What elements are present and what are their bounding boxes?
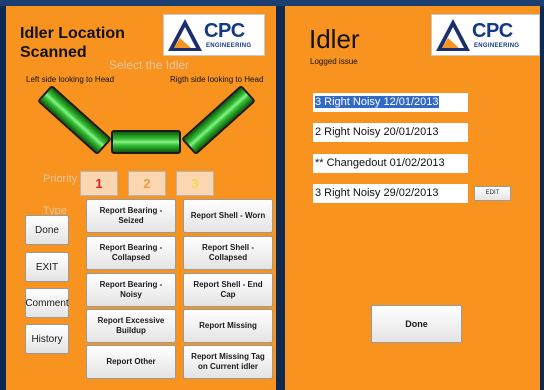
comment-button[interactable]: Comment bbox=[25, 288, 69, 318]
history-button[interactable]: History bbox=[25, 324, 69, 354]
done-button[interactable]: Done bbox=[25, 215, 69, 245]
report-other-button[interactable]: Report Other bbox=[86, 345, 176, 379]
report-shell-end-cap-button[interactable]: Report Shell - End Cap bbox=[183, 273, 273, 307]
cpc-engineering-logo: CPC ENGINEERING bbox=[163, 14, 265, 56]
priority-2-button[interactable]: 2 bbox=[128, 171, 166, 196]
issue-entry-2[interactable]: 2 Right Noisy 20/01/2013 bbox=[313, 123, 468, 142]
logo-triangle-icon bbox=[168, 19, 202, 51]
logged-issue-panel: Idler Logged issue CPC ENGINEERING 3 Rig… bbox=[285, 6, 540, 390]
report-bearing-seized-button[interactable]: Report Bearing - Seized bbox=[86, 199, 176, 233]
logo-brand: CPC bbox=[472, 20, 513, 42]
idler-title: Idler bbox=[309, 24, 360, 54]
report-bearing-noisy-button[interactable]: Report Bearing - Noisy bbox=[86, 273, 176, 307]
issue-entry-3[interactable]: ** Changedout 01/02/2013 bbox=[313, 154, 468, 173]
exit-button[interactable]: EXIT bbox=[25, 252, 69, 282]
right-side-label: Rigth side looking to Head bbox=[170, 75, 264, 84]
report-excessive-buildup-button[interactable]: Report Excessive Buildup bbox=[86, 309, 176, 343]
priority-label: Priority bbox=[43, 173, 78, 185]
logo-brand: CPC bbox=[204, 20, 245, 42]
idler-left-roller[interactable] bbox=[37, 84, 112, 156]
logo-subtext: ENGINEERING bbox=[474, 43, 520, 49]
select-idler-label: Select the Idler bbox=[109, 58, 190, 72]
logo-subtext: ENGINEERING bbox=[206, 43, 252, 49]
logo-triangle-icon bbox=[436, 19, 470, 51]
priority-3-button[interactable]: 3 bbox=[176, 171, 214, 196]
left-side-label: Left side looking to Head bbox=[26, 75, 115, 84]
issue-entry-1[interactable]: 3 Right Noisy 12/01/2013 bbox=[313, 93, 468, 112]
panel-divider bbox=[276, 6, 285, 390]
panel-title: Idler Location Scanned bbox=[20, 25, 125, 61]
edit-button[interactable]: EDIT bbox=[474, 186, 511, 201]
logged-issue-subtitle: Logged issue bbox=[310, 57, 358, 66]
priority-1-button[interactable]: 1 bbox=[80, 171, 118, 196]
report-missing-button[interactable]: Report Missing bbox=[183, 309, 273, 343]
report-shell-collapsed-button[interactable]: Report Shell - Collapsed bbox=[183, 236, 273, 270]
cpc-engineering-logo: CPC ENGINEERING bbox=[431, 14, 540, 56]
idler-location-panel: Idler Location Scanned CPC ENGINEERING S… bbox=[6, 6, 276, 390]
done-button[interactable]: Done bbox=[371, 305, 462, 343]
report-shell-worn-button[interactable]: Report Shell - Worn bbox=[183, 199, 273, 233]
idler-right-roller[interactable] bbox=[181, 84, 256, 156]
report-bearing-collapsed-button[interactable]: Report Bearing - Collapsed bbox=[86, 236, 176, 270]
idler-center-roller[interactable] bbox=[111, 130, 181, 154]
report-missing-tag-button[interactable]: Report Missing Tag on Current idler bbox=[183, 345, 273, 379]
issue-entry-4[interactable]: 3 Right Noisy 29/02/2013 bbox=[313, 184, 468, 203]
